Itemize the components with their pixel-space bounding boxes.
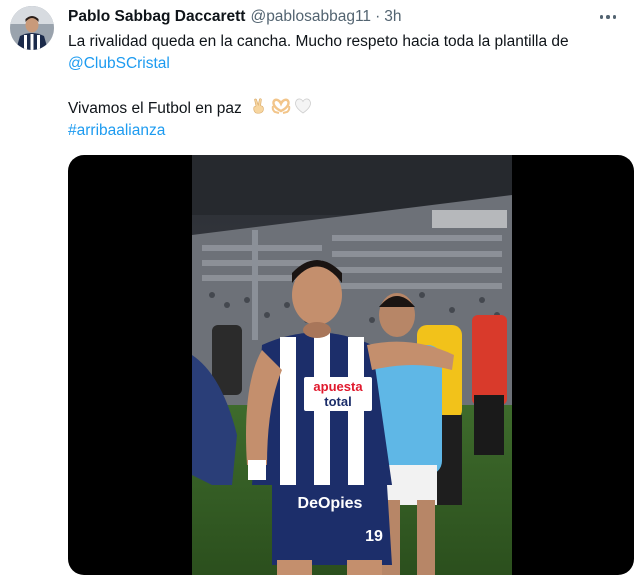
jersey-sponsor-line1: apuesta: [313, 379, 363, 394]
white-heart-icon: [295, 98, 311, 114]
avatar-photo: [10, 6, 54, 50]
video-frame: apuesta total DeOpies 19: [192, 155, 512, 575]
shorts-sponsor: DeOpies: [298, 495, 363, 512]
author-handle[interactable]: @pablosabbag11: [250, 8, 371, 26]
victory-hand-icon: [253, 98, 264, 114]
author-name[interactable]: Pablo Sabbag Daccarett: [68, 8, 245, 26]
hashtag-link[interactable]: #arribaalianza: [68, 120, 628, 142]
tweet-text-phrase: Vivamos el Futbol en paz: [68, 100, 242, 117]
separator-dot: ·: [375, 8, 381, 25]
tweet-media[interactable]: apuesta total DeOpies 19: [68, 155, 634, 575]
shorts-number: 19: [365, 528, 383, 545]
tweet-text-line: La rivalidad queda en la cancha. Mucho r…: [68, 33, 569, 50]
timestamp[interactable]: 3h: [384, 8, 401, 26]
video-player[interactable]: apuesta total DeOpies 19: [192, 155, 512, 575]
author-avatar[interactable]: [10, 6, 54, 50]
tweet-text-line-2: Vivamos el Futbol en paz: [68, 97, 628, 120]
more-options-icon[interactable]: [596, 7, 620, 27]
jersey-sponsor-line2: total: [324, 394, 351, 409]
tweet-text: La rivalidad queda en la cancha. Mucho r…: [68, 31, 628, 142]
tweet: Pablo Sabbag Daccarett @pablosabbag11 · …: [0, 0, 640, 575]
tweet-header: Pablo Sabbag Daccarett @pablosabbag11 · …: [68, 8, 600, 30]
mention-link[interactable]: @ClubSCristal: [68, 53, 628, 75]
emoji-group: [250, 97, 312, 115]
heart-hands-icon: [271, 98, 291, 114]
